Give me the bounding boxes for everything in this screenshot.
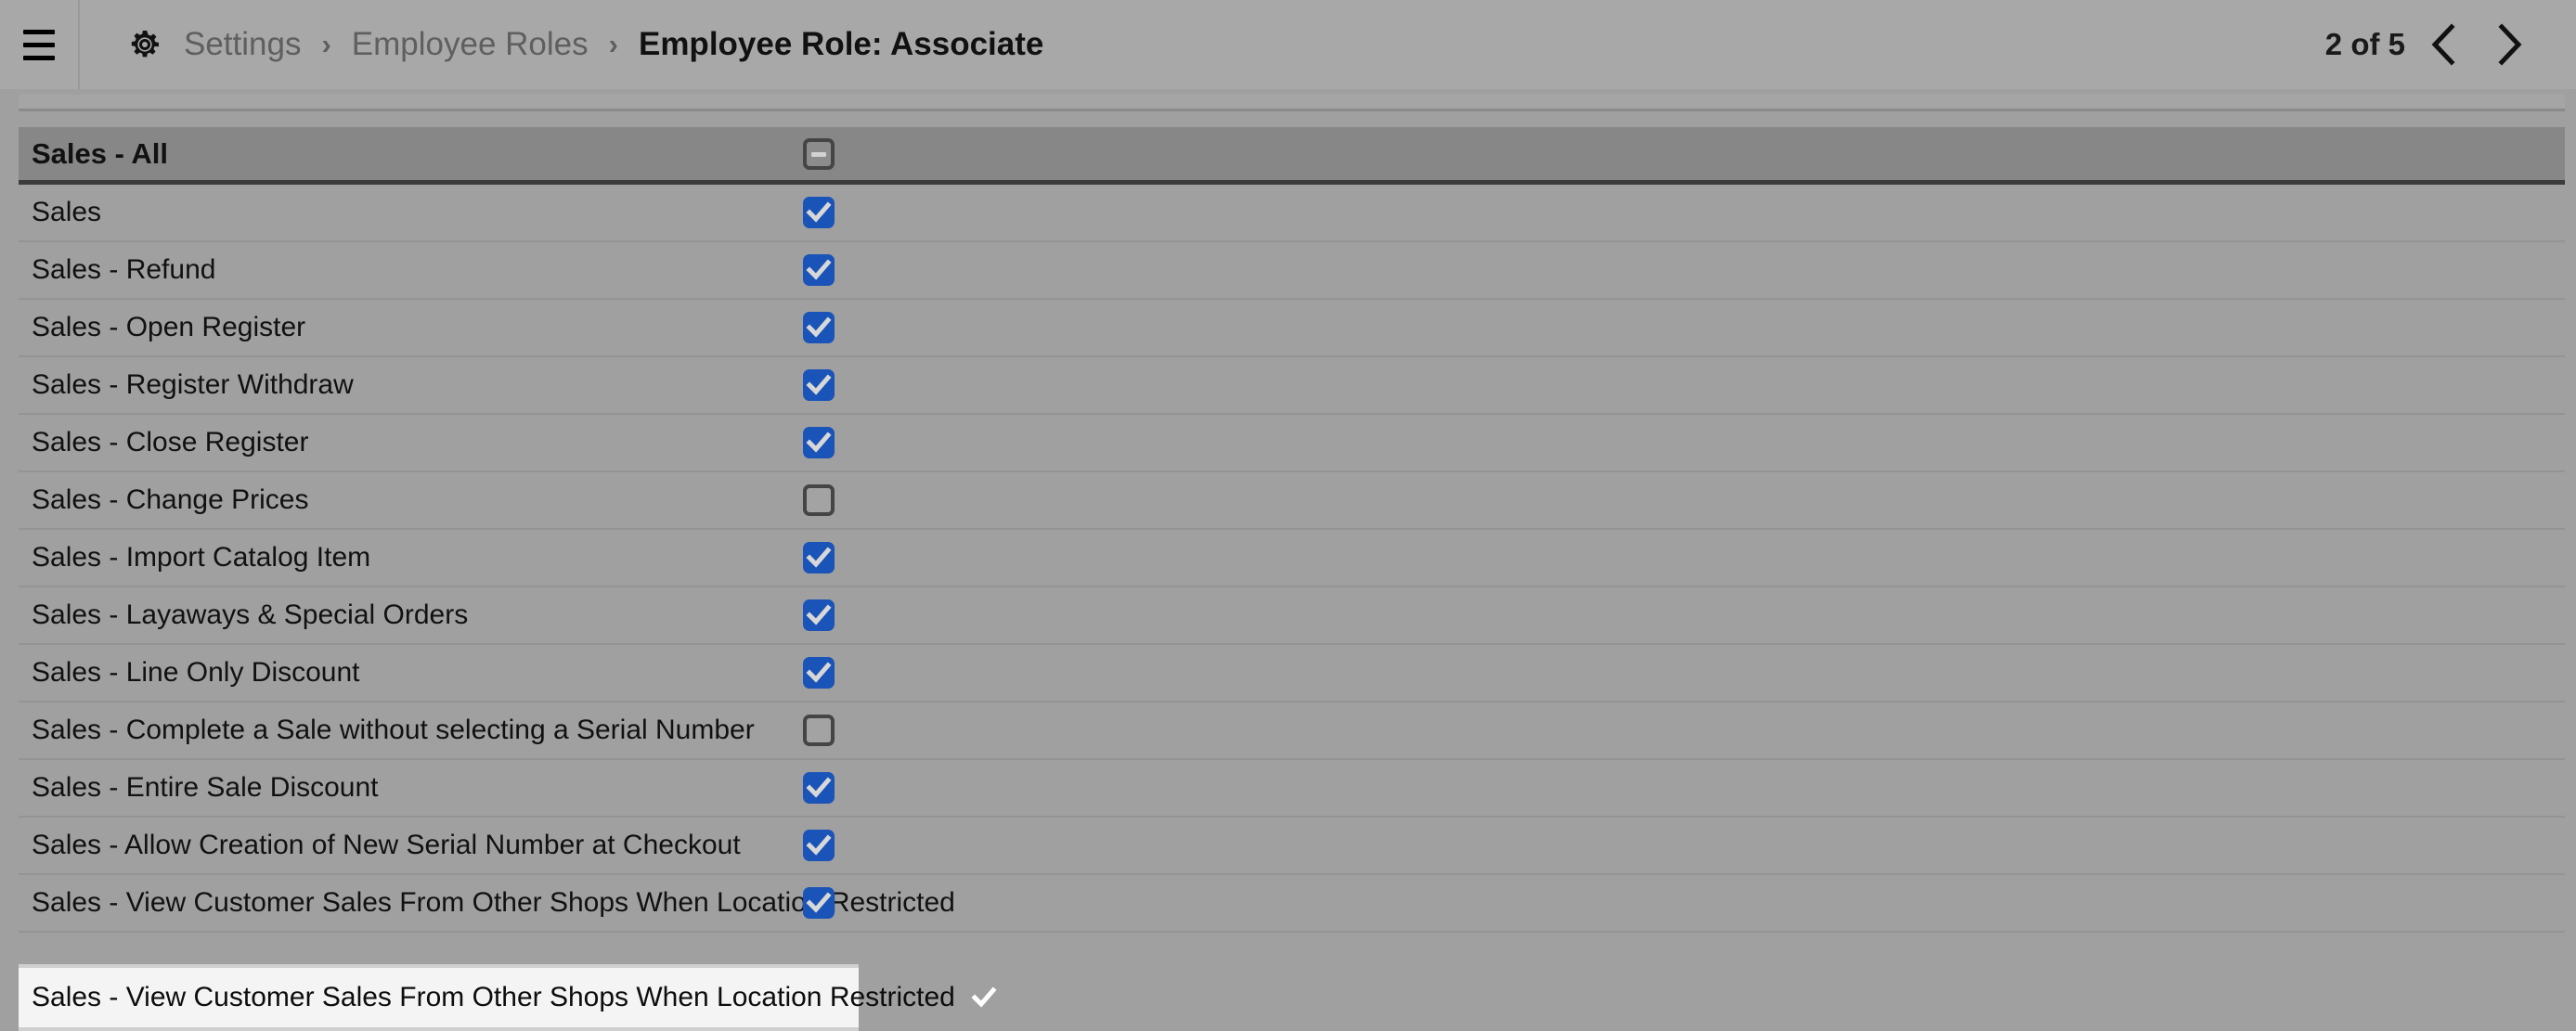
permission-checkbox-checked[interactable]: [803, 254, 835, 286]
table-row[interactable]: Sales - Import Catalog Item: [19, 530, 2565, 587]
permission-label: Sales - Allow Creation of New Serial Num…: [32, 830, 741, 860]
breadcrumb: Settings › Employee Roles › Employee Rol…: [80, 0, 1043, 89]
permission-checkbox-cell: [803, 415, 896, 470]
permission-checkbox-cell: [803, 472, 896, 528]
breadcrumb-current-page: Employee Role: Associate: [639, 26, 1043, 63]
permission-label: Sales: [32, 197, 102, 227]
table-row[interactable]: Sales - Open Register: [19, 300, 2565, 357]
permission-checkbox-cell: [803, 645, 896, 701]
scrolled-content-remnant: [19, 95, 2565, 111]
pager: 2 of 5: [2325, 0, 2576, 89]
gear-icon: [126, 26, 163, 63]
table-row[interactable]: Sales - Line Only Discount: [19, 645, 2565, 702]
chevron-left-icon[interactable]: [2414, 16, 2472, 73]
permission-checkbox-cell: [803, 300, 896, 355]
breadcrumb-item-settings[interactable]: Settings: [184, 26, 301, 63]
permissions-table: Sales - All Sales Sales - Refund Sales - O…: [19, 127, 2565, 933]
pager-count-label: 2 of 5: [2324, 27, 2405, 61]
permission-checkbox-checked[interactable]: [803, 312, 835, 343]
breadcrumb-separator-icon: ›: [321, 28, 331, 60]
permission-checkbox-cell: [803, 702, 896, 758]
permission-checkbox-cell: [803, 587, 896, 643]
table-row[interactable]: Sales - Register Withdraw: [19, 357, 2565, 415]
permission-checkbox-cell: [803, 818, 896, 873]
permission-checkbox-checked[interactable]: [803, 657, 835, 689]
permission-checkbox-checked[interactable]: [803, 830, 835, 861]
permission-label: Sales - Close Register: [32, 427, 309, 458]
permission-label: Sales - Entire Sale Discount: [32, 772, 379, 803]
table-row[interactable]: Sales - View Customer Sales From Other S…: [19, 875, 2565, 933]
permission-checkbox-checked[interactable]: [803, 197, 835, 228]
permission-checkbox-checked[interactable]: [803, 542, 835, 573]
permission-label: Sales - Layaways & Special Orders: [32, 599, 469, 630]
breadcrumb-separator-icon: ›: [608, 28, 618, 60]
table-row[interactable]: Sales - Allow Creation of New Serial Num…: [19, 818, 2565, 875]
permission-label: Sales - Change Prices: [32, 484, 309, 515]
permission-checkbox-cell: [803, 185, 896, 240]
app-header: Settings › Employee Roles › Employee Rol…: [0, 0, 2576, 89]
hamburger-bar: [23, 42, 55, 47]
permission-checkbox-cell: [803, 875, 896, 931]
permission-label: Sales - Import Catalog Item: [32, 542, 371, 573]
permission-checkbox-checked[interactable]: [803, 427, 835, 458]
permission-group-label: Sales - All: [32, 136, 169, 170]
table-row[interactable]: Sales - Close Register: [19, 415, 2565, 472]
permission-checkbox-checked[interactable]: [803, 772, 835, 804]
page-title-prefix: Employee Role:: [638, 26, 883, 62]
table-row[interactable]: Sales - Refund: [19, 242, 2565, 300]
permission-group-checkbox-cell: [803, 127, 896, 180]
hamburger-bar: [23, 55, 55, 60]
table-row[interactable]: Sales - Entire Sale Discount: [19, 760, 2565, 818]
permission-checkbox-cell: [803, 242, 896, 298]
permission-checkbox-unchecked[interactable]: [803, 484, 835, 516]
permission-rows: Sales Sales - Refund Sales - Open Register…: [19, 185, 2565, 933]
permission-label: Sales - Open Register: [32, 312, 306, 342]
permission-label: Sales - Refund: [32, 254, 216, 285]
permission-checkbox-checked[interactable]: [803, 599, 835, 631]
chevron-right-icon[interactable]: [2481, 16, 2539, 73]
table-row[interactable]: Sales: [19, 185, 2565, 242]
permission-group-header-sales-all[interactable]: Sales - All: [19, 127, 2565, 185]
table-row[interactable]: Sales - Complete a Sale without selectin…: [19, 702, 2565, 760]
focused-permission-row[interactable]: Sales - View Customer Sales From Other S…: [19, 964, 997, 1031]
permission-checkbox-cell: [803, 760, 896, 816]
permission-label: Sales - Register Withdraw: [32, 369, 354, 400]
breadcrumb-item-employee-roles[interactable]: Employee Roles: [352, 26, 589, 63]
hamburger-bar: [23, 29, 55, 34]
permission-checkbox-unchecked[interactable]: [803, 715, 835, 746]
page-title-value: Associate: [889, 26, 1044, 62]
table-row[interactable]: Sales - Layaways & Special Orders: [19, 587, 2565, 645]
group-checkbox-indeterminate[interactable]: [803, 137, 835, 170]
permission-checkbox-checked[interactable]: [803, 369, 835, 401]
permission-checkbox-cell: [803, 530, 896, 586]
focused-permission-label: Sales - View Customer Sales From Other S…: [32, 982, 955, 1012]
permission-label: Sales - Complete a Sale without selectin…: [32, 715, 755, 745]
permissions-panel: Sales - All Sales Sales - Refund Sales - O…: [0, 89, 2576, 1031]
hamburger-menu-icon[interactable]: [0, 0, 78, 89]
permission-checkbox-cell: [803, 357, 896, 413]
permission-label: Sales - Line Only Discount: [32, 657, 360, 688]
permission-checkbox-checked[interactable]: [803, 887, 835, 919]
table-row[interactable]: Sales - Change Prices: [19, 472, 2565, 530]
